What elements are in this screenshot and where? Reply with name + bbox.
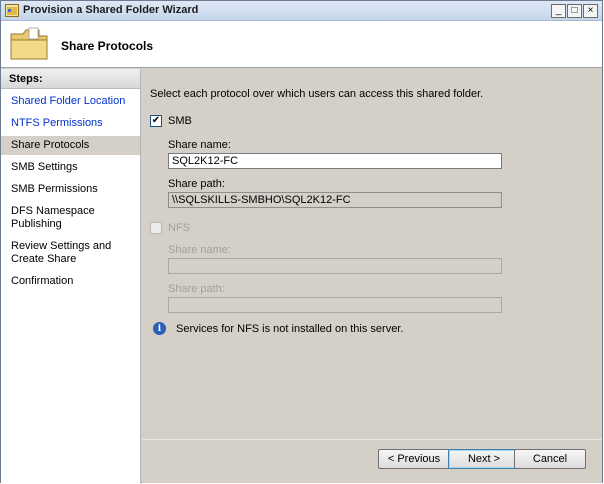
step-shared-folder-location[interactable]: Shared Folder Location — [1, 92, 140, 111]
title-bar: Provision a Shared Folder Wizard _ □ × — [1, 1, 602, 21]
step-ntfs-permissions[interactable]: NTFS Permissions — [1, 114, 140, 133]
nfs-share-path-label: Share path: — [168, 283, 225, 295]
info-icon: i — [153, 322, 166, 335]
step-confirmation: Confirmation — [11, 275, 74, 287]
cancel-button[interactable]: Cancel — [514, 449, 586, 469]
steps-panel: Steps: Shared Folder Location NTFS Permi… — [1, 69, 141, 483]
info-text: Services for NFS is not installed on thi… — [176, 322, 404, 335]
previous-button[interactable]: < Previous — [378, 449, 450, 469]
nfs-share-name-input — [168, 258, 502, 274]
window-title: Provision a Shared Folder Wizard — [23, 4, 199, 16]
window-controls: _ □ × — [550, 4, 598, 18]
step-review-settings: Review Settings and Create Share — [11, 240, 112, 265]
smb-share-path-label: Share path: — [168, 178, 225, 190]
step-smb-permissions: SMB Permissions — [11, 183, 98, 195]
folder-icon — [10, 27, 48, 60]
smb-share-path-field: \\SQLSKILLS-SMBHO\SQL2K12-FC — [168, 192, 502, 208]
smb-label: SMB — [168, 115, 192, 127]
nfs-label: NFS — [168, 222, 190, 234]
nfs-share-name-label: Share name: — [168, 244, 231, 256]
content-panel: Select each protocol over which users ca… — [142, 69, 602, 439]
steps-heading: Steps: — [1, 69, 140, 89]
nfs-share-path-field — [168, 297, 502, 313]
page-title: Share Protocols — [61, 39, 154, 53]
step-dfs-namespace-publishing: DFS Namespace Publishing — [11, 205, 95, 230]
step-smb-settings: SMB Settings — [11, 161, 78, 173]
smb-checkbox-row[interactable]: ✔ SMB — [150, 115, 192, 127]
wizard-header: Share Protocols — [1, 21, 602, 68]
maximize-button[interactable]: □ — [567, 4, 582, 18]
close-button[interactable]: × — [583, 4, 598, 18]
instruction-text: Select each protocol over which users ca… — [150, 88, 484, 100]
minimize-button[interactable]: _ — [551, 4, 566, 18]
wizard-window: Provision a Shared Folder Wizard _ □ × S… — [0, 0, 603, 483]
wizard-app-icon — [5, 4, 19, 17]
button-bar: < Previous Next > Cancel — [142, 439, 602, 483]
step-share-protocols: Share Protocols — [1, 136, 140, 155]
smb-checkbox[interactable]: ✔ — [150, 115, 162, 127]
nfs-checkbox-row: NFS — [150, 222, 190, 234]
next-button[interactable]: Next > — [448, 449, 520, 469]
smb-share-name-label: Share name: — [168, 139, 231, 151]
nfs-info-message: i Services for NFS is not installed on t… — [153, 322, 403, 335]
smb-share-name-input[interactable]: SQL2K12-FC — [168, 153, 502, 169]
nfs-checkbox — [150, 222, 162, 234]
